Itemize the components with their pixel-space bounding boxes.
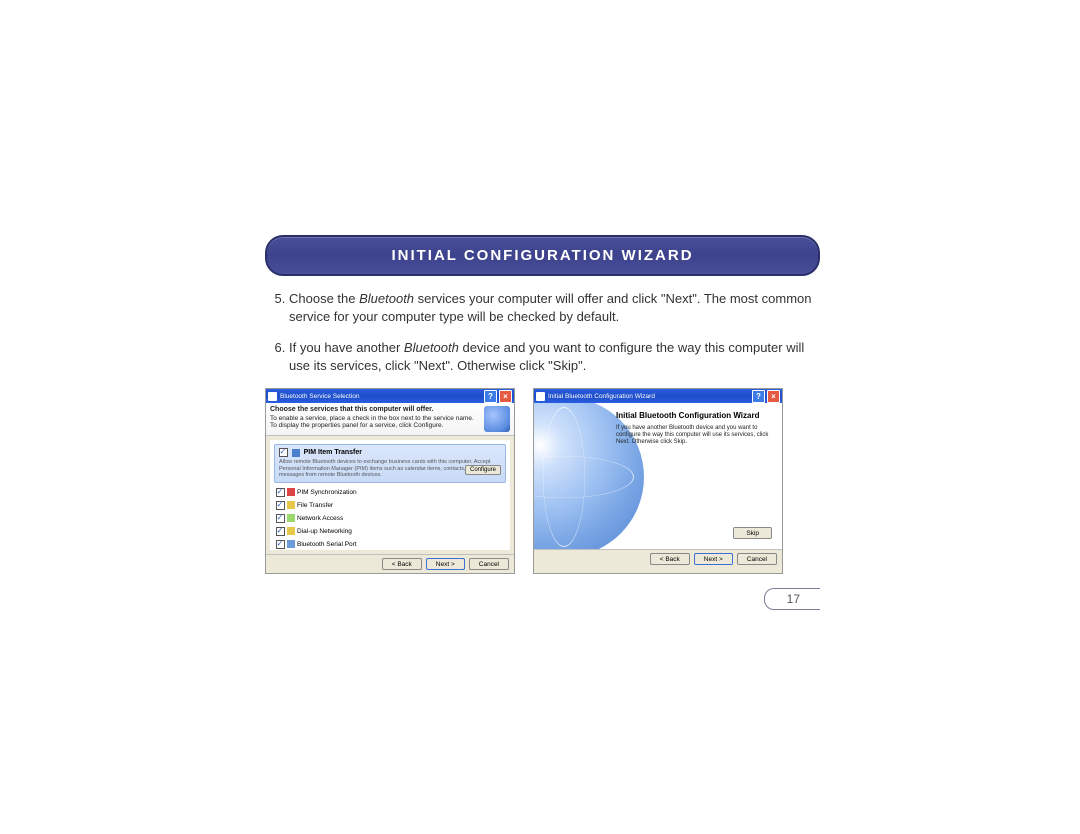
instructions: Choose the Bluetooth services your compu… — [265, 290, 820, 374]
app-icon — [268, 392, 277, 401]
banner-bold: Choose the services that this computer w… — [270, 406, 433, 413]
step-5-a: Choose the — [289, 291, 359, 306]
dialog-initial-wizard: Initial Bluetooth Configuration Wizard ?… — [533, 388, 783, 574]
next-button[interactable]: Next > — [426, 558, 465, 570]
serial-port-icon — [287, 540, 295, 548]
wizard-body-text: If you have another Bluetooth device and… — [616, 425, 774, 447]
service-highlight[interactable]: PIM Item Transfer Allow remote Bluetooth… — [274, 444, 506, 483]
page-number-container: 17 — [265, 588, 820, 610]
step-6-a: If you have another — [289, 340, 404, 355]
step-5-em: Bluetooth — [359, 291, 414, 306]
cancel-button[interactable]: Cancel — [469, 558, 509, 570]
pim-transfer-icon — [292, 449, 300, 457]
wizard-heading: Initial Bluetooth Configuration Wizard — [616, 411, 774, 421]
close-button[interactable]: × — [499, 390, 512, 403]
service-row[interactable]: Bluetooth Serial Port — [274, 538, 506, 551]
back-button[interactable]: < Back — [650, 553, 690, 565]
banner-text: Choose the services that this computer w… — [270, 406, 481, 432]
service-hl-title: PIM Item Transfer — [304, 449, 362, 456]
close-button[interactable]: × — [767, 390, 780, 403]
file-transfer-icon — [287, 501, 295, 509]
window-title: Bluetooth Service Selection — [280, 393, 360, 400]
next-button[interactable]: Next > — [694, 553, 733, 565]
titlebar: Initial Bluetooth Configuration Wizard ?… — [534, 389, 782, 403]
service-row[interactable]: PIM Synchronization — [274, 486, 506, 499]
back-button[interactable]: < Back — [382, 558, 422, 570]
checkbox[interactable] — [276, 540, 285, 549]
step-5: Choose the Bluetooth services your compu… — [289, 290, 820, 325]
checkbox[interactable] — [276, 514, 285, 523]
checkbox[interactable] — [276, 488, 285, 497]
configure-button[interactable]: Configure — [465, 465, 501, 475]
service-label: File Transfer — [297, 502, 333, 509]
checkbox[interactable] — [276, 501, 285, 510]
step-6-em: Bluetooth — [404, 340, 459, 355]
network-access-icon — [287, 514, 295, 522]
checkbox[interactable] — [279, 448, 288, 457]
help-button[interactable]: ? — [484, 390, 497, 403]
checkbox[interactable] — [276, 527, 285, 536]
service-row[interactable]: Dial-up Networking — [274, 525, 506, 538]
titlebar: Bluetooth Service Selection ? × — [266, 389, 514, 403]
page-number: 17 — [764, 588, 820, 610]
dialup-icon — [287, 527, 295, 535]
banner-line1: To enable a service, place a check in th… — [270, 415, 474, 422]
service-label: PIM Synchronization — [297, 489, 357, 496]
service-label: Dial-up Networking — [297, 528, 352, 535]
service-label: Network Access — [297, 515, 343, 522]
service-row[interactable]: File Transfer — [274, 499, 506, 512]
services-list: PIM Item Transfer Allow remote Bluetooth… — [270, 440, 510, 550]
service-row[interactable]: Network Access — [274, 512, 506, 525]
dialog-service-selection: Bluetooth Service Selection ? × Choose t… — [265, 388, 515, 574]
wizard-body: Initial Bluetooth Configuration Wizard I… — [534, 403, 782, 549]
pim-sync-icon — [287, 488, 295, 496]
app-icon — [536, 392, 545, 401]
section-header: INITIAL CONFIGURATION WIZARD — [265, 235, 820, 276]
help-button[interactable]: ? — [752, 390, 765, 403]
window-title: Initial Bluetooth Configuration Wizard — [548, 393, 655, 400]
skip-button[interactable]: Skip — [733, 527, 772, 539]
cancel-button[interactable]: Cancel — [737, 553, 777, 565]
screenshot-row: Bluetooth Service Selection ? × Choose t… — [265, 388, 820, 574]
banner-line2: To display the properties panel for a se… — [270, 422, 443, 429]
service-label: Bluetooth Serial Port — [297, 541, 357, 548]
bluetooth-icon — [484, 406, 510, 432]
step-6: If you have another Bluetooth device and… — [289, 339, 820, 374]
